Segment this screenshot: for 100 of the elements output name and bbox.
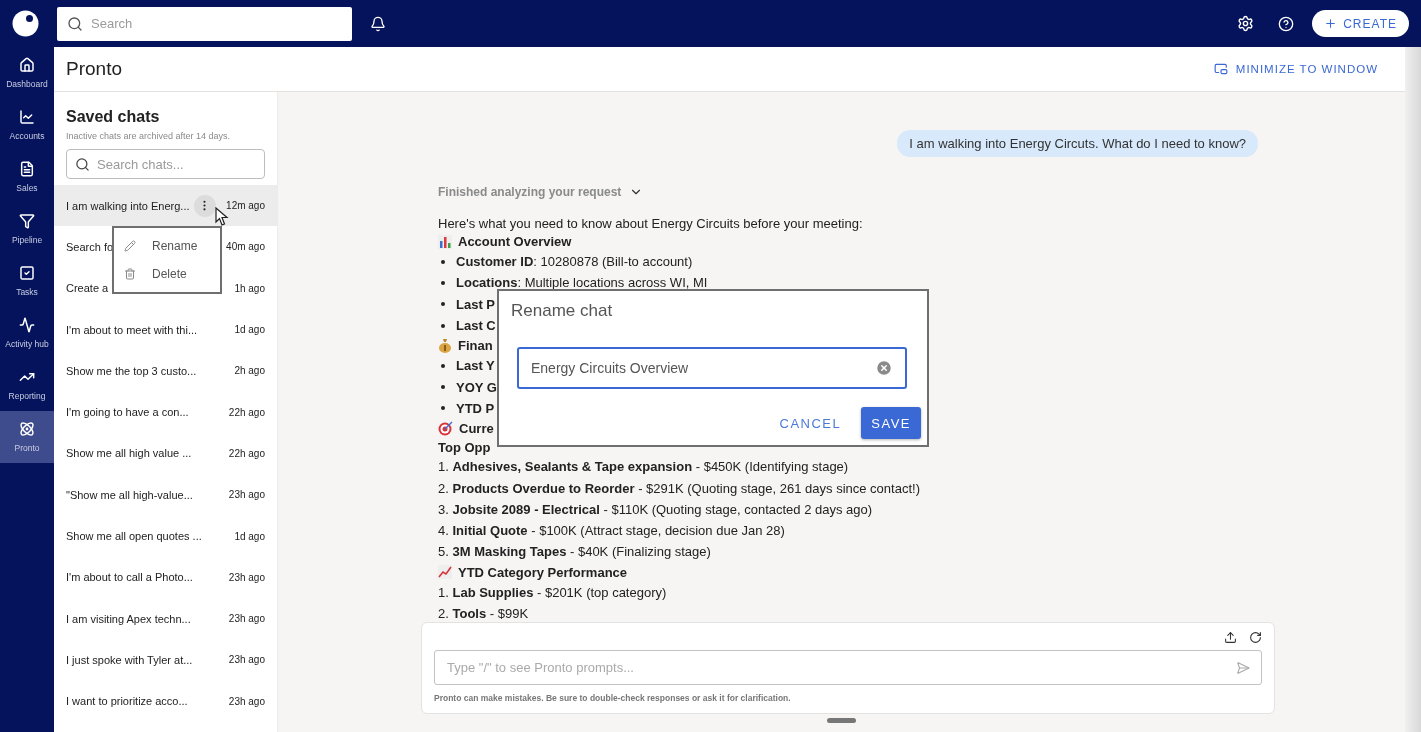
response-text: 1. Adhesives, Sealants & Tape expansion - $450K (Identifying stage): [438, 459, 849, 475]
checkbox-icon: [19, 265, 35, 281]
bullet-dot: [441, 323, 445, 328]
chat-item[interactable]: I am visiting Apex techn... 23h ago: [54, 597, 277, 640]
settings-icon[interactable]: [1237, 15, 1255, 32]
page-title: Pronto: [66, 58, 122, 80]
dialog-title: Rename chat: [511, 301, 614, 321]
user-message: I am walking into Energy Circuts. What do I need to know?: [897, 130, 1258, 157]
chat-time: 1d ago: [234, 530, 265, 542]
chat-item[interactable]: "Show me all high-value... 23h ago: [54, 474, 277, 516]
chat-time: 1d ago: [234, 324, 265, 336]
chat-item[interactable]: Show me the top 3 custo... 2h ago: [54, 350, 277, 392]
chat-title: Show me the top 3 custo...: [66, 364, 197, 377]
cancel-button[interactable]: CANCEL: [767, 407, 854, 439]
section-heading: YTD Category Performance: [458, 564, 628, 580]
document-icon: [19, 161, 35, 177]
response-text: YTD P: [456, 400, 495, 416]
refresh-icon[interactable]: [1249, 631, 1262, 644]
chat-time: 22h ago: [228, 406, 265, 418]
nav-item[interactable]: Activity hub: [0, 307, 54, 359]
chat-title: I'm about to meet with thi...: [66, 323, 198, 336]
chat-item[interactable]: Show me all open quotes ... 1d ago: [54, 515, 277, 557]
help-icon[interactable]: [1278, 15, 1295, 32]
nav-item[interactable]: Reporting: [0, 359, 54, 411]
chat-title: I'm going to have a con...: [66, 406, 189, 419]
minimize-button[interactable]: MINIMIZE TO WINDOW: [1213, 62, 1378, 76]
bullet-dot: [441, 302, 445, 307]
search-icon: [67, 15, 83, 32]
save-button[interactable]: SAVE: [861, 407, 921, 439]
filter-icon: [19, 213, 35, 229]
sidebar-title: Saved chats: [66, 108, 161, 126]
bullet-dot: [441, 363, 445, 368]
chat-title: Show me all high value ...: [66, 447, 192, 460]
chat-time: 1h ago: [234, 282, 265, 294]
response-text: Here's what you need to know about Energy Circuits before your meeting:: [438, 216, 863, 231]
chat-item[interactable]: I'm about to meet with thi... 1d ago: [54, 308, 277, 351]
chat-item[interactable]: I'm going to have a con... 22h ago: [54, 391, 277, 433]
prompt-field[interactable]: Type "/" to see Pronto prompts...: [434, 650, 1262, 685]
chat-item[interactable]: I want to prioritize acco... 23h ago: [54, 680, 277, 722]
chat-title: "Show me all high-value...: [66, 488, 193, 501]
response-text: Locations: Multiple locations across WI, MI: [456, 275, 708, 291]
money-bag-icon: [438, 338, 452, 354]
chat-item[interactable]: I just spoke with Tyler at... 23h ago: [54, 639, 277, 681]
chat-time: 23h ago: [228, 613, 265, 625]
chat-time: 2h ago: [234, 365, 265, 377]
nav-item[interactable]: Dashboard: [0, 47, 54, 99]
more-button[interactable]: [193, 194, 216, 217]
menu-item[interactable]: Rename: [124, 234, 210, 258]
status-text: Finished analyzing your request: [438, 185, 622, 199]
logo-icon[interactable]: [12, 10, 39, 37]
create-button[interactable]: CREATE: [1312, 10, 1409, 37]
response-text: 5. 3M Masking Tapes - $40K (Finalizing stage): [438, 544, 711, 560]
chat-title: I just spoke with Tyler at...: [66, 653, 193, 666]
chat-item[interactable]: Show me all high value ... 22h ago: [54, 432, 277, 475]
chat-item[interactable]: I am walking into Energ... 12m ago: [54, 185, 277, 227]
chat-search-field[interactable]: Search chats...: [66, 149, 265, 179]
bar-chart-icon: [438, 234, 452, 249]
plus-icon: [1324, 17, 1338, 30]
section-heading: Finan: [458, 338, 493, 354]
chat-title: I want to prioritize acco...: [66, 695, 188, 708]
nav-item[interactable]: Tasks: [0, 255, 54, 307]
response-text: 2. Products Overdue to Reorder - $291K (Quoting stage, 261 days since contact!): [438, 480, 920, 496]
nav-item[interactable]: Pronto: [0, 411, 54, 463]
chat-title: I am walking into Energ...: [66, 199, 190, 212]
response-text: Last Y: [456, 358, 495, 374]
response-text: 2. Tools - $99K: [438, 606, 529, 621]
search-icon: [75, 156, 90, 172]
response-text: 3. Jobsite 2089 - Electrical - $110K (Quoting stage, contacted 2 days ago): [438, 501, 873, 517]
drag-handle[interactable]: [827, 718, 856, 723]
response-text: Last C: [456, 318, 496, 334]
upload-icon[interactable]: [1224, 631, 1237, 644]
chat-title: I am visiting Apex techn...: [66, 612, 191, 625]
nav-item[interactable]: Accounts: [0, 99, 54, 151]
chat-title: I'm about to call a Photo...: [66, 571, 193, 584]
response-text: 4. Initial Quote - $100K (Attract stage, decision due Jan 28): [438, 523, 785, 539]
menu-item[interactable]: Delete: [124, 262, 210, 286]
chat-time: 22h ago: [228, 447, 265, 459]
search-field[interactable]: Search: [57, 6, 352, 41]
response-text: 1. Lab Supplies - $201K (top category): [438, 584, 667, 600]
chat-item[interactable]: I'm about to call a Photo... 23h ago: [54, 556, 277, 598]
chat-title: Show me all open quotes ...: [66, 530, 202, 542]
archive-note: Inactive chats are archived after 14 days.: [66, 131, 232, 141]
chat-time: 23h ago: [228, 489, 265, 501]
target-icon: [438, 421, 453, 437]
atom-icon: [19, 421, 35, 437]
bullet-dot: [441, 259, 445, 264]
notifications-icon[interactable]: [370, 15, 386, 32]
bullet-dot: [441, 385, 445, 390]
window-icon: [1213, 62, 1228, 76]
chat-time: 23h ago: [228, 571, 265, 583]
nav-item[interactable]: Sales: [0, 151, 54, 203]
chat-title: Create a: [66, 282, 109, 295]
nav-item[interactable]: Pipeline: [0, 203, 54, 255]
home-icon: [19, 57, 35, 73]
section-heading: Account Overview: [458, 234, 572, 249]
bullet-dot: [441, 406, 445, 411]
response-text: Top Opp: [438, 439, 491, 455]
pulse-icon: [19, 317, 35, 333]
response-text: YOY G: [456, 379, 497, 395]
rename-field[interactable]: Energy Circuits Overview: [517, 347, 907, 389]
